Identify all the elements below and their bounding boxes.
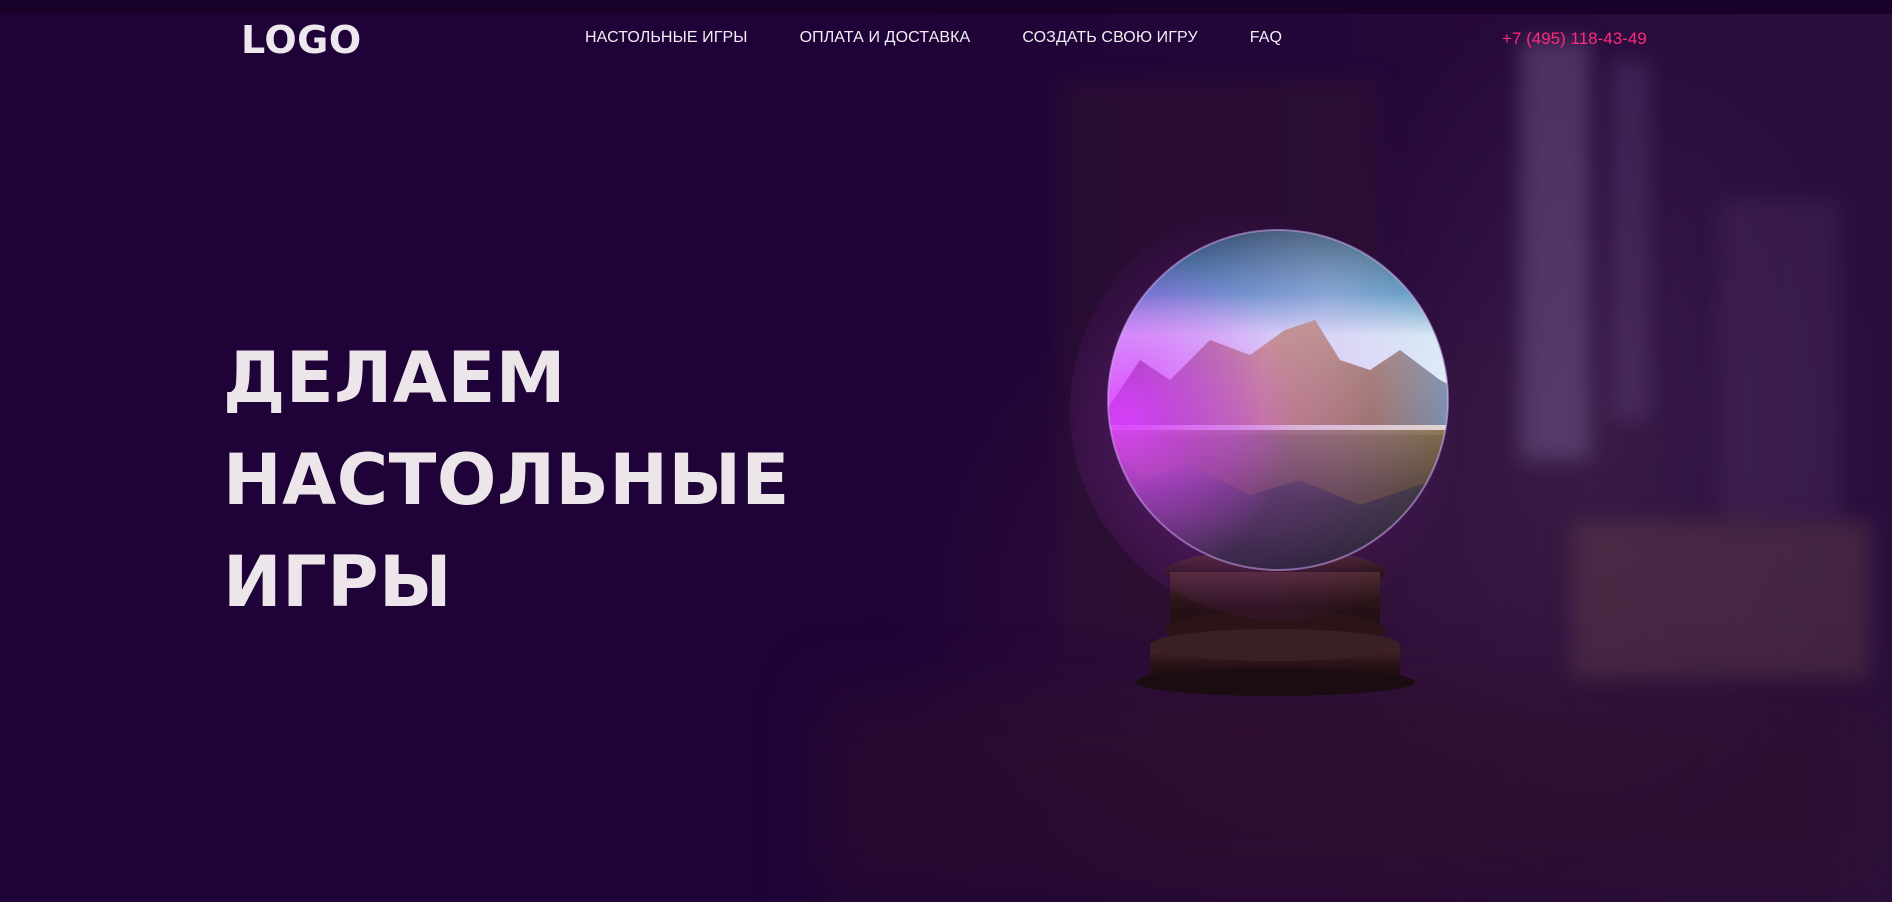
crystal-ball-icon	[1070, 200, 1490, 720]
hero-line-3: ИГРЫ	[223, 541, 453, 623]
main-nav: НАСТОЛЬНЫЕ ИГРЫ ОПЛАТА И ДОСТАВКА СОЗДАТ…	[585, 29, 1282, 47]
hero-heading: ДЕЛАЕМ НАСТОЛЬНЫЕ ИГРЫ	[223, 327, 790, 633]
background-window-light	[1520, 40, 1590, 460]
landing-page: LOGO НАСТОЛЬНЫЕ ИГРЫ ОПЛАТА И ДОСТАВКА С…	[0, 0, 1892, 902]
logo[interactable]: LOGO	[241, 18, 362, 62]
background-window-light-2	[1610, 60, 1650, 420]
phone-link[interactable]: +7 (495) 118-43-49	[1502, 29, 1647, 49]
background-table	[820, 690, 1892, 902]
nav-item-board-games[interactable]: НАСТОЛЬНЫЕ ИГРЫ	[585, 29, 748, 47]
ball-glow	[1070, 200, 1490, 620]
hero-line-1: ДЕЛАЕМ	[223, 337, 566, 419]
nav-item-payment-delivery[interactable]: ОПЛАТА И ДОСТАВКА	[800, 29, 971, 47]
hero-line-2: НАСТОЛЬНЫЕ	[223, 439, 790, 521]
nav-item-faq[interactable]: FAQ	[1250, 29, 1282, 47]
site-header: LOGO НАСТОЛЬНЫЕ ИГРЫ ОПЛАТА И ДОСТАВКА С…	[0, 0, 1892, 78]
nav-item-create-game[interactable]: СОЗДАТЬ СВОЮ ИГРУ	[1022, 29, 1197, 47]
background-books	[1570, 520, 1870, 680]
background-bookshelf	[1720, 200, 1840, 520]
